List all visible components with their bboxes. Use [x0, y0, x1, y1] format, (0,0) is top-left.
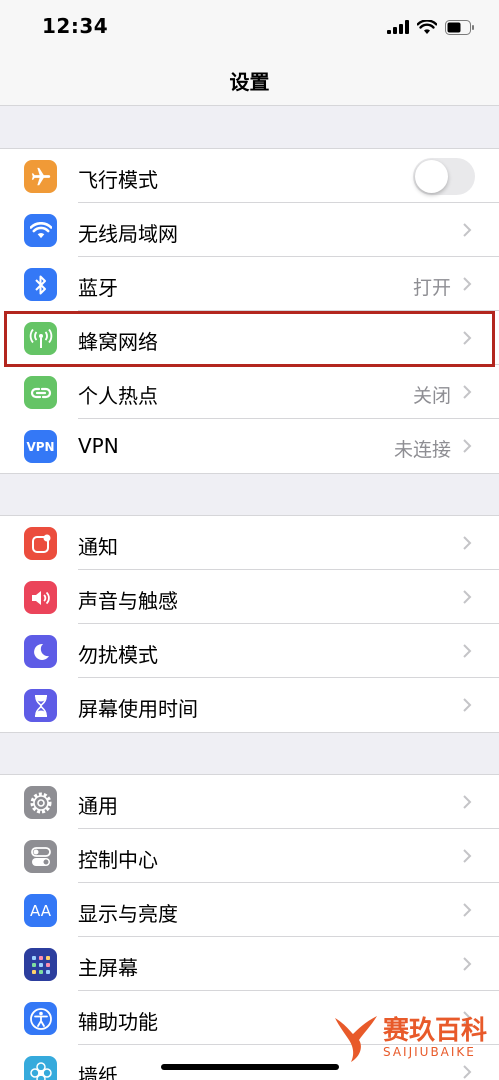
- settings-row-label: 主屏幕: [78, 956, 138, 980]
- settings-row-airplane-mode[interactable]: 飞行模式: [0, 149, 499, 203]
- wifi-icon: [24, 214, 57, 247]
- settings-row-label: 屏幕使用时间: [78, 697, 198, 721]
- chevron-right-icon: [463, 590, 472, 604]
- home-grid-icon: [24, 948, 57, 981]
- settings-row-label: 无线局域网: [78, 222, 178, 246]
- airplane-mode-toggle[interactable]: [413, 158, 475, 195]
- moon-icon: [24, 635, 57, 668]
- settings-row-label: 辅助功能: [78, 1010, 158, 1034]
- accessibility-icon: [24, 1002, 57, 1035]
- settings-row-notifications[interactable]: 通知: [0, 516, 499, 570]
- settings-row-label: 勿扰模式: [78, 643, 158, 667]
- settings-row-do-not-disturb[interactable]: 勿扰模式: [0, 624, 499, 678]
- settings-row-label: 个人热点: [78, 384, 158, 408]
- vpn-icon-text: VPN: [26, 439, 55, 454]
- settings-row-value: 打开: [412, 277, 451, 299]
- notifications-icon: [24, 527, 57, 560]
- settings-row-value: 关闭: [412, 385, 451, 407]
- chevron-right-icon: [463, 277, 472, 291]
- settings-row-label: 声音与触感: [78, 589, 178, 613]
- chevron-right-icon: [463, 957, 472, 971]
- settings-row-sounds-haptics[interactable]: 声音与触感: [0, 570, 499, 624]
- settings-row-label: 控制中心: [78, 848, 158, 872]
- settings-row-bluetooth[interactable]: 蓝牙 打开: [0, 257, 499, 311]
- text-size-icon-text: AA: [30, 901, 51, 920]
- chevron-right-icon: [463, 849, 472, 863]
- hourglass-icon: [24, 689, 57, 722]
- settings-row-home-screen[interactable]: 主屏幕: [0, 937, 499, 991]
- settings-row-label: 显示与亮度: [78, 902, 178, 926]
- signal-icon: [387, 20, 409, 34]
- chevron-right-icon: [463, 903, 472, 917]
- settings-row-screen-time[interactable]: 屏幕使用时间: [0, 678, 499, 732]
- settings-row-label: 蓝牙: [78, 276, 118, 300]
- status-time: 12:34: [42, 14, 109, 38]
- wallpaper-flower-icon: [24, 1056, 57, 1080]
- settings-row-vpn[interactable]: VPN VPN 未连接: [0, 419, 499, 473]
- chevron-right-icon: [463, 223, 472, 237]
- status-bar: 12:34: [0, 0, 499, 56]
- hotspot-link-icon: [24, 376, 57, 409]
- settings-row-control-center[interactable]: 控制中心: [0, 829, 499, 883]
- status-icons: [387, 16, 475, 38]
- speaker-icon: [24, 581, 57, 614]
- settings-group-notifications: 通知 声音与触感 勿扰模式 屏幕使用时间: [0, 515, 499, 733]
- settings-row-label: 通知: [78, 535, 118, 559]
- watermark-title: 赛玖百科: [383, 1016, 488, 1046]
- page-title: 设置: [229, 70, 270, 94]
- chevron-right-icon: [463, 644, 472, 658]
- gear-icon: [24, 786, 57, 819]
- settings-row-value: 未连接: [393, 439, 451, 461]
- settings-row-label: 通用: [78, 794, 118, 818]
- wifi-status-icon: [417, 19, 437, 34]
- watermark-logo: 赛玖百科 SAIJIUBAIKE: [331, 1010, 491, 1066]
- chevron-right-icon: [463, 795, 472, 809]
- settings-group-connectivity: 飞行模式 无线局域网 蓝牙 打开 蜂窝网络 个人热点 关闭 VPN VPN 未连…: [0, 148, 499, 474]
- cellular-antenna-icon: [24, 322, 57, 355]
- battery-icon: [445, 19, 474, 35]
- bluetooth-icon: [24, 268, 57, 301]
- chevron-right-icon: [463, 385, 472, 399]
- settings-row-label: 飞行模式: [78, 168, 158, 192]
- toggles-icon: [24, 840, 57, 873]
- airplane-icon: [24, 160, 57, 193]
- settings-row-cellular[interactable]: 蜂窝网络: [0, 311, 499, 365]
- toggle-knob: [415, 160, 448, 193]
- watermark-subtitle: SAIJIUBAIKE: [383, 1045, 476, 1059]
- chevron-right-icon: [463, 698, 472, 712]
- settings-row-general[interactable]: 通用: [0, 775, 499, 829]
- whale-tail-logo-icon: [335, 1016, 377, 1062]
- settings-row-personal-hotspot[interactable]: 个人热点 关闭: [0, 365, 499, 419]
- settings-row-label: 墙纸: [78, 1064, 118, 1080]
- chevron-right-icon: [463, 1065, 472, 1079]
- chevron-right-icon: [463, 331, 472, 345]
- settings-row-wlan[interactable]: 无线局域网: [0, 203, 499, 257]
- chevron-right-icon: [463, 536, 472, 550]
- vpn-icon: VPN: [24, 430, 57, 463]
- navigation-bar: 设置: [0, 56, 499, 106]
- home-indicator[interactable]: [161, 1064, 339, 1070]
- text-size-icon: AA: [24, 894, 57, 927]
- settings-row-display-brightness[interactable]: AA 显示与亮度: [0, 883, 499, 937]
- settings-row-label: VPN: [78, 434, 119, 458]
- chevron-right-icon: [463, 439, 472, 453]
- settings-row-label: 蜂窝网络: [78, 330, 158, 354]
